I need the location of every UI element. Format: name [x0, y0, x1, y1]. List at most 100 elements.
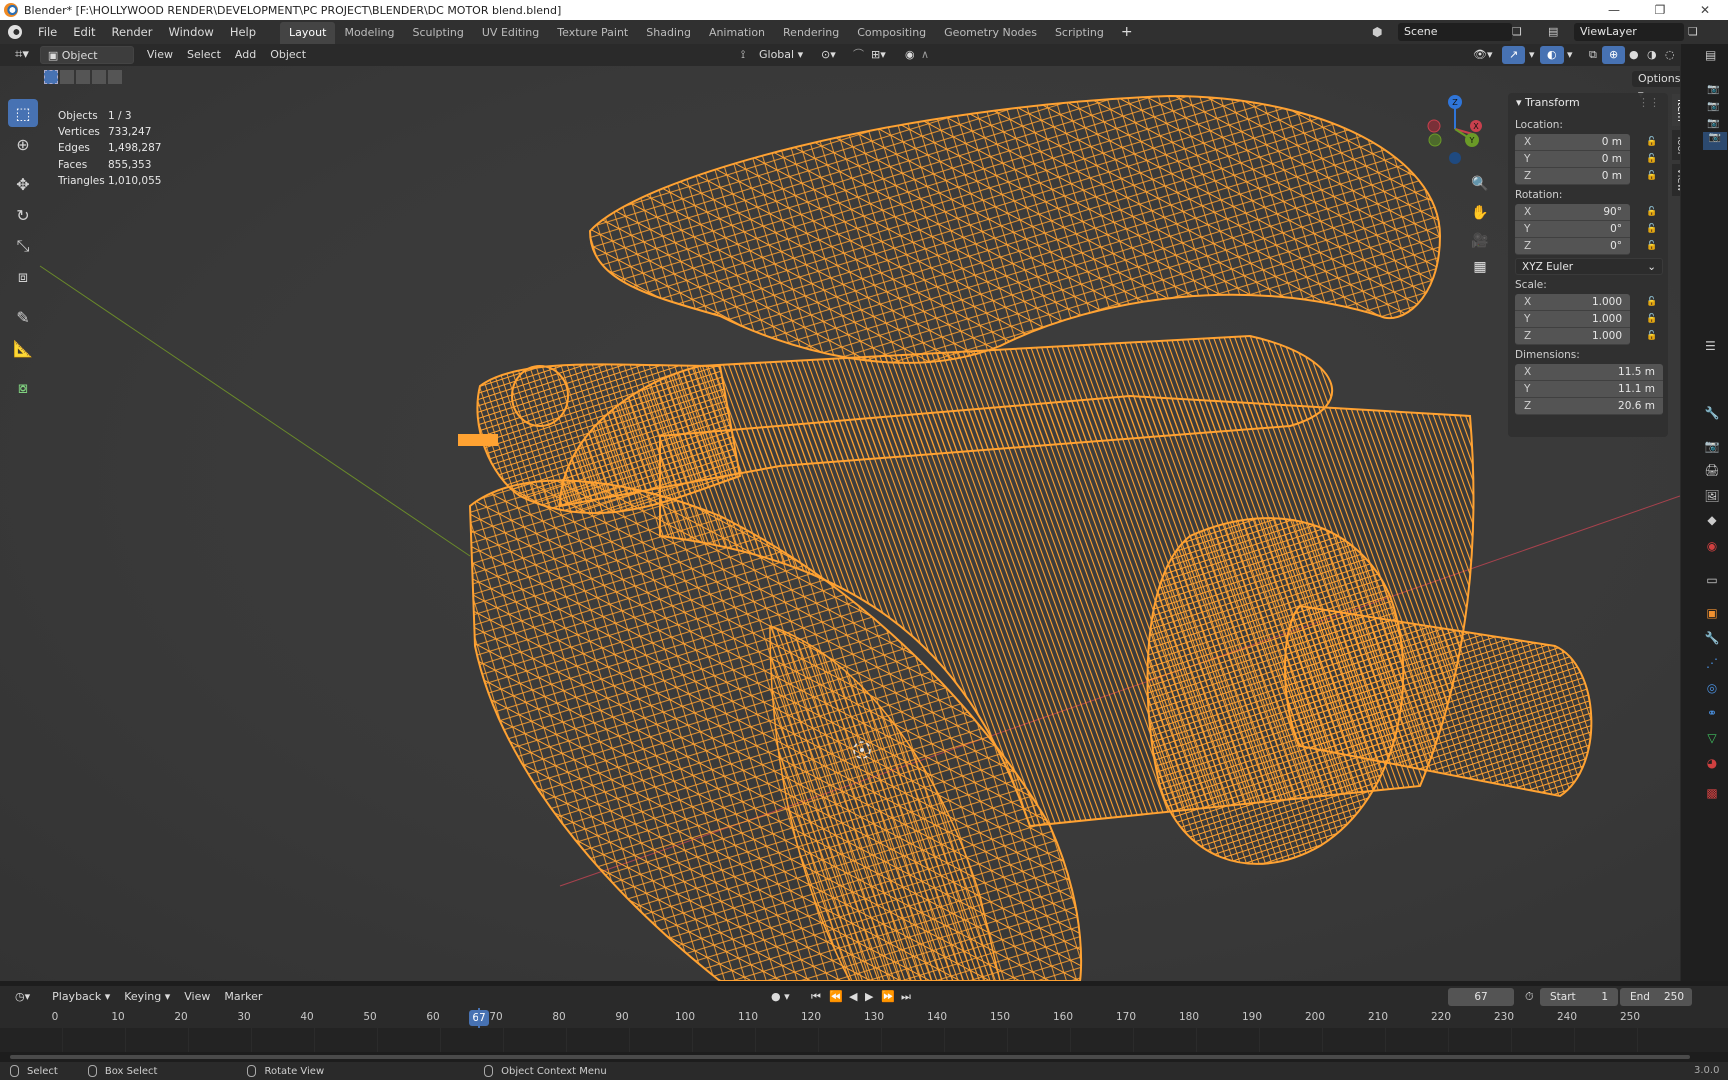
tab-animation[interactable]: Animation	[700, 22, 774, 44]
rotation-x-field[interactable]: X 90°	[1515, 204, 1630, 221]
tab-item[interactable]: Item	[1672, 94, 1680, 126]
camera-view-icon[interactable]: 🎥	[1467, 228, 1493, 254]
rendered-shading-icon[interactable]: ◌	[1658, 46, 1682, 64]
output-properties-icon[interactable]: 🖨	[1704, 462, 1720, 478]
measure-tool-icon[interactable]: 📐	[8, 334, 38, 362]
scale-tool-icon[interactable]: ⤡	[8, 232, 38, 260]
options-button[interactable]: Options ▾	[1632, 71, 1680, 101]
menu-object[interactable]: Object	[263, 46, 313, 64]
select-box-tool-icon[interactable]: ⬚	[8, 99, 38, 127]
move-tool-icon[interactable]: ✥	[8, 170, 38, 198]
drag-handle-icon[interactable]: ⋮⋮	[1638, 93, 1660, 113]
lock-icon[interactable]: 🔓	[1646, 207, 1658, 217]
tab-geometry-nodes[interactable]: Geometry Nodes	[935, 22, 1046, 44]
menu-window[interactable]: Window	[160, 20, 221, 44]
rotation-z-field[interactable]: Z 0°	[1515, 238, 1630, 255]
menu-marker[interactable]: Marker	[217, 988, 269, 1006]
timeline-editor-type-icon[interactable]: ◷▾	[8, 988, 37, 1006]
perspective-grid-icon[interactable]: ▦	[1467, 254, 1493, 280]
tab-shading[interactable]: Shading	[637, 22, 700, 44]
falloff-icon[interactable]: ∧	[914, 46, 936, 64]
view-layer-properties-icon[interactable]: 🖼	[1704, 488, 1720, 504]
add-workspace-icon[interactable]: +	[1113, 20, 1141, 44]
camera-icon[interactable]: 📷	[1703, 132, 1727, 150]
menu-playback[interactable]: Playback ▾	[45, 988, 117, 1006]
tab-rendering[interactable]: Rendering	[774, 22, 848, 44]
stopwatch-icon[interactable]: ⏱	[1518, 988, 1541, 1006]
jump-to-end-icon[interactable]: ⏭	[894, 988, 918, 1006]
menu-keying[interactable]: Keying ▾	[117, 988, 177, 1006]
select-invert-icon[interactable]	[92, 70, 106, 84]
current-frame-field[interactable]: 67	[1448, 988, 1514, 1006]
editor-type-icon[interactable]: ⌗▾	[8, 46, 36, 64]
zoom-icon[interactable]: 🔍	[1467, 171, 1493, 197]
new-scene-icon[interactable]: ❏	[1512, 23, 1530, 41]
menu-timeline-view[interactable]: View	[177, 988, 217, 1006]
start-frame-field[interactable]: Start 1	[1540, 988, 1618, 1006]
outliner-icon[interactable]: ▤	[1705, 48, 1723, 64]
tab-modeling[interactable]: Modeling	[335, 22, 403, 44]
dimensions-y-field[interactable]: Y 11.1 m	[1515, 381, 1663, 398]
timeline-ruler[interactable]: 0 10 20 30 40 50 60 70 80 90 100 110 120 130 140 150 160…	[0, 1008, 1728, 1028]
lock-icon[interactable]: 🔓	[1646, 171, 1658, 181]
select-extend-icon[interactable]	[60, 70, 74, 84]
physics-properties-icon[interactable]: ◎	[1704, 680, 1720, 696]
render-properties-icon[interactable]: 📷	[1704, 438, 1720, 454]
maximize-icon[interactable]: ❐	[1637, 0, 1683, 20]
camera-icon[interactable]: 📷	[1707, 101, 1719, 112]
rotation-mode-select[interactable]: XYZ Euler ⌄	[1515, 258, 1663, 275]
object-properties-icon[interactable]: ▣	[1704, 605, 1720, 621]
orientation-select[interactable]: Global ▾	[752, 46, 810, 64]
cursor-tool-icon[interactable]: ⊕	[8, 130, 38, 158]
scene-type-icon[interactable]: ⬢	[1372, 22, 1392, 42]
dimensions-z-field[interactable]: Z 20.6 m	[1515, 398, 1663, 415]
menu-help[interactable]: Help	[222, 20, 264, 44]
add-cube-tool-icon[interactable]: ⧇	[8, 374, 38, 402]
scrollbar-thumb[interactable]	[10, 1055, 1690, 1059]
select-intersect-icon[interactable]	[108, 70, 122, 84]
lock-icon[interactable]: 🔓	[1646, 297, 1658, 307]
tab-sculpting[interactable]: Sculpting	[404, 22, 473, 44]
menu-select[interactable]: Select	[180, 46, 228, 64]
pan-hand-icon[interactable]: ✋	[1467, 200, 1493, 226]
dimensions-x-field[interactable]: X 11.5 m	[1515, 364, 1663, 381]
tab-layout[interactable]: Layout	[280, 22, 336, 44]
tab-compositing[interactable]: Compositing	[848, 22, 935, 44]
pivot-icon[interactable]: ⊙▾	[814, 46, 843, 64]
xray-icon[interactable]: ⧉	[1582, 46, 1604, 64]
scale-x-field[interactable]: X 1.000	[1515, 294, 1630, 311]
texture-properties-icon[interactable]: ▩	[1704, 785, 1720, 801]
gizmo-menu-icon[interactable]: ▾	[1522, 46, 1542, 64]
record-keyframe-icon[interactable]: ● ▾	[764, 988, 797, 1006]
menu-render[interactable]: Render	[104, 20, 161, 44]
tab-tool[interactable]: Tool	[1672, 130, 1680, 160]
visibility-icon[interactable]: 👁▾	[1466, 46, 1500, 64]
location-y-field[interactable]: Y0 m	[1515, 151, 1630, 168]
tab-texture-paint[interactable]: Texture Paint	[548, 22, 637, 44]
scale-y-field[interactable]: Y 1.000	[1515, 311, 1630, 328]
select-subtract-icon[interactable]	[76, 70, 90, 84]
menu-add[interactable]: Add	[228, 46, 263, 64]
menu-edit[interactable]: Edit	[65, 20, 103, 44]
constraints-properties-icon[interactable]: ⚭	[1704, 705, 1720, 721]
menu-view[interactable]: View	[140, 46, 180, 64]
lock-icon[interactable]: 🔓	[1646, 137, 1658, 147]
lock-icon[interactable]: 🔓	[1646, 224, 1658, 234]
timeline-track-area[interactable]	[0, 1008, 1728, 1052]
tab-scripting[interactable]: Scripting	[1046, 22, 1113, 44]
transform-tool-icon[interactable]: ⧈	[8, 263, 38, 291]
data-properties-icon[interactable]: ▽	[1704, 730, 1720, 746]
annotate-tool-icon[interactable]: ✎	[8, 303, 38, 331]
snap-target-icon[interactable]: ⊞▾	[864, 46, 893, 64]
minimize-icon[interactable]: —	[1591, 0, 1637, 20]
properties-editor-icon[interactable]: ☰	[1705, 339, 1716, 353]
tool-settings-icon[interactable]: 🔧	[1704, 405, 1720, 421]
blender-menu-icon[interactable]	[8, 25, 22, 39]
close-icon[interactable]: ✕	[1682, 0, 1728, 20]
rotate-tool-icon[interactable]: ↻	[8, 201, 38, 229]
view-layer-icon[interactable]: ▤	[1548, 22, 1570, 42]
material-properties-icon[interactable]: ◕	[1704, 755, 1720, 771]
end-frame-field[interactable]: End 250	[1620, 988, 1692, 1006]
location-x-field[interactable]: X0 m	[1515, 134, 1630, 151]
timeline-scrollbar[interactable]	[0, 1052, 1728, 1062]
